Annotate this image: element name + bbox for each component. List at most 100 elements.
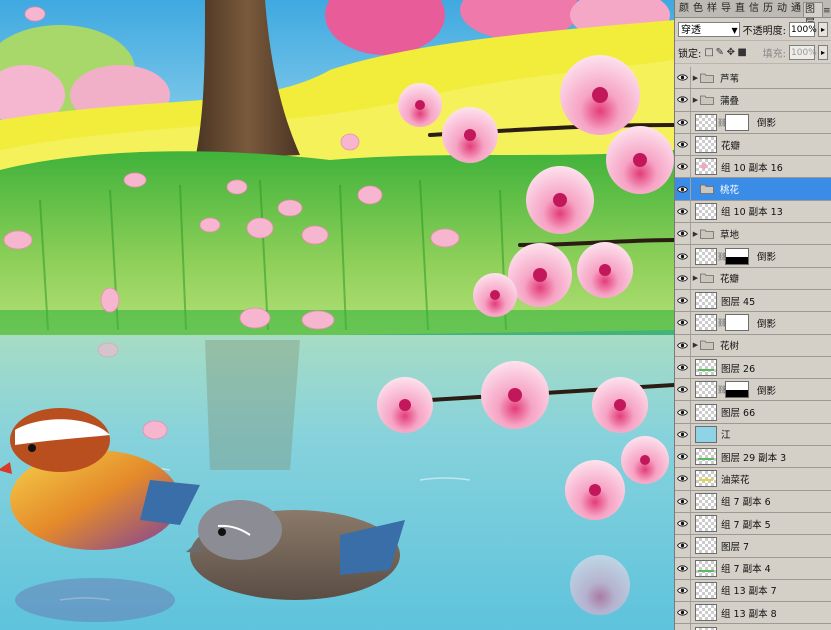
layer-row[interactable]: 江 — [675, 423, 831, 447]
visibility-eye-icon[interactable] — [675, 446, 691, 468]
visibility-eye-icon[interactable] — [675, 267, 691, 289]
layer-mask-thumbnail[interactable] — [725, 247, 749, 265]
layer-mask-thumbnail[interactable] — [725, 314, 749, 332]
visibility-eye-icon[interactable] — [675, 579, 691, 602]
lock-transparent-icon[interactable]: □ — [704, 47, 713, 58]
visibility-eye-icon[interactable] — [675, 67, 691, 89]
layer-thumbnail[interactable] — [695, 470, 717, 488]
layer-thumbnail[interactable] — [695, 425, 717, 443]
layer-group-row[interactable]: ▶ 花树 — [675, 334, 831, 357]
layer-row[interactable]: 图层 26 — [675, 356, 831, 380]
layer-thumbnail[interactable] — [695, 626, 717, 630]
expand-triangle-icon[interactable]: ▶ — [691, 274, 700, 282]
layer-thumbnail[interactable] — [695, 403, 717, 421]
layer-thumbnail[interactable] — [695, 604, 717, 622]
visibility-eye-icon[interactable] — [675, 200, 691, 223]
visibility-eye-icon[interactable] — [675, 401, 691, 423]
visibility-eye-icon[interactable] — [675, 289, 691, 312]
visibility-eye-icon[interactable] — [675, 133, 691, 156]
visibility-eye-icon[interactable] — [675, 245, 691, 267]
lock-all-icon[interactable]: ■ — [737, 47, 746, 58]
visibility-eye-icon[interactable] — [675, 111, 691, 133]
visibility-eye-icon[interactable] — [675, 423, 691, 446]
layer-row[interactable]: ⛓ 倒影 — [675, 312, 831, 335]
expand-triangle-icon[interactable]: ▶ — [691, 341, 700, 349]
fill-field[interactable]: 100% — [789, 44, 817, 60]
mask-link-icon[interactable]: ⛓ — [717, 252, 727, 261]
mask-link-icon[interactable]: ⛓ — [717, 385, 727, 394]
layer-thumbnail[interactable] — [695, 247, 717, 265]
layer-group-row[interactable]: ▶ 花瓣 — [675, 267, 831, 290]
panel-tab[interactable]: 信 — [747, 1, 761, 17]
layer-thumbnail[interactable] — [695, 292, 717, 310]
layer-thumbnail[interactable] — [695, 202, 717, 220]
layer-row[interactable]: ⛓ 倒影 — [675, 245, 831, 268]
layer-row[interactable]: ⛓ 倒影 — [675, 379, 831, 402]
opacity-slider-button[interactable]: ▸ — [818, 21, 828, 37]
visibility-eye-icon[interactable] — [675, 223, 691, 245]
layer-row[interactable]: 图层 66 — [675, 401, 831, 424]
panel-tab[interactable]: 样 — [705, 1, 719, 17]
layer-row[interactable]: 组 7 副本 — [675, 624, 831, 630]
layer-thumbnail[interactable] — [695, 515, 717, 533]
visibility-eye-icon[interactable] — [675, 512, 691, 535]
visibility-eye-icon[interactable] — [675, 535, 691, 557]
panel-menu-icon[interactable]: ≡ — [823, 5, 831, 17]
layer-row[interactable]: 油菜花 — [675, 468, 831, 491]
layer-row[interactable]: 图层 7 — [675, 535, 831, 558]
layer-row[interactable]: 组 10 副本 13 — [675, 200, 831, 224]
panel-tab[interactable]: 颜 — [677, 1, 691, 17]
lock-paint-icon[interactable]: ✎ — [715, 47, 724, 58]
layer-thumbnail[interactable] — [695, 581, 717, 599]
visibility-eye-icon[interactable] — [675, 178, 691, 200]
layer-thumbnail[interactable] — [695, 136, 717, 154]
panel-tab[interactable]: 色 — [691, 1, 705, 17]
layer-thumbnail[interactable] — [695, 537, 717, 555]
layer-thumbnail[interactable] — [695, 113, 717, 131]
layer-group-row[interactable]: ▶ 蒲叠 — [675, 89, 831, 112]
expand-triangle-icon[interactable]: ▶ — [691, 96, 700, 104]
visibility-eye-icon[interactable] — [675, 468, 691, 490]
layer-row[interactable]: 花瓣 — [675, 133, 831, 157]
layer-thumbnail[interactable] — [695, 448, 717, 466]
layer-thumbnail[interactable] — [695, 314, 717, 332]
panel-tab[interactable]: 动 — [775, 1, 789, 17]
visibility-eye-icon[interactable] — [675, 356, 691, 379]
lock-move-icon[interactable]: ✥ — [726, 47, 735, 58]
visibility-eye-icon[interactable] — [675, 490, 691, 512]
layer-row[interactable]: 组 10 副本 16 — [675, 156, 831, 179]
layer-mask-thumbnail[interactable] — [725, 113, 749, 131]
layer-row[interactable]: 组 7 副本 5 — [675, 512, 831, 536]
layer-thumbnail[interactable] — [695, 559, 717, 577]
visibility-eye-icon[interactable] — [675, 602, 691, 624]
visibility-eye-icon[interactable] — [675, 624, 691, 630]
visibility-eye-icon[interactable] — [675, 89, 691, 111]
layer-group-row[interactable]: ▶ 草地 — [675, 223, 831, 246]
visibility-eye-icon[interactable] — [675, 557, 691, 579]
layer-thumbnail[interactable] — [695, 492, 717, 510]
layer-row[interactable]: 组 13 副本 7 — [675, 579, 831, 603]
layer-thumbnail[interactable] — [695, 381, 717, 399]
panel-tab[interactable]: 图层 — [803, 2, 823, 29]
layer-row[interactable]: 图层 29 副本 3 — [675, 446, 831, 469]
visibility-eye-icon[interactable] — [675, 379, 691, 401]
layer-row[interactable]: 组 7 副本 4 — [675, 557, 831, 580]
panel-tab[interactable]: 通 — [789, 1, 803, 17]
expand-triangle-icon[interactable]: ▶ — [691, 74, 700, 82]
panel-tab[interactable]: 直 — [733, 1, 747, 17]
panel-tab[interactable]: 历 — [761, 1, 775, 17]
panel-tab[interactable]: 导 — [719, 1, 733, 17]
layer-row[interactable]: 图层 45 — [675, 289, 831, 313]
layer-row[interactable]: ⛓ 倒影 — [675, 111, 831, 134]
layer-thumbnail[interactable] — [695, 359, 717, 376]
blend-mode-select[interactable]: 穿透 ▼ — [678, 21, 740, 37]
layer-row[interactable]: 组 7 副本 6 — [675, 490, 831, 513]
layer-row[interactable]: 组 13 副本 8 — [675, 602, 831, 625]
layer-thumbnail[interactable] — [695, 158, 717, 176]
layer-group-row[interactable]: 桃花 — [675, 178, 831, 201]
fill-slider-button[interactable]: ▸ — [818, 44, 828, 60]
visibility-eye-icon[interactable] — [675, 156, 691, 178]
layer-mask-thumbnail[interactable] — [725, 381, 749, 399]
visibility-eye-icon[interactable] — [675, 312, 691, 334]
visibility-eye-icon[interactable] — [675, 334, 691, 356]
